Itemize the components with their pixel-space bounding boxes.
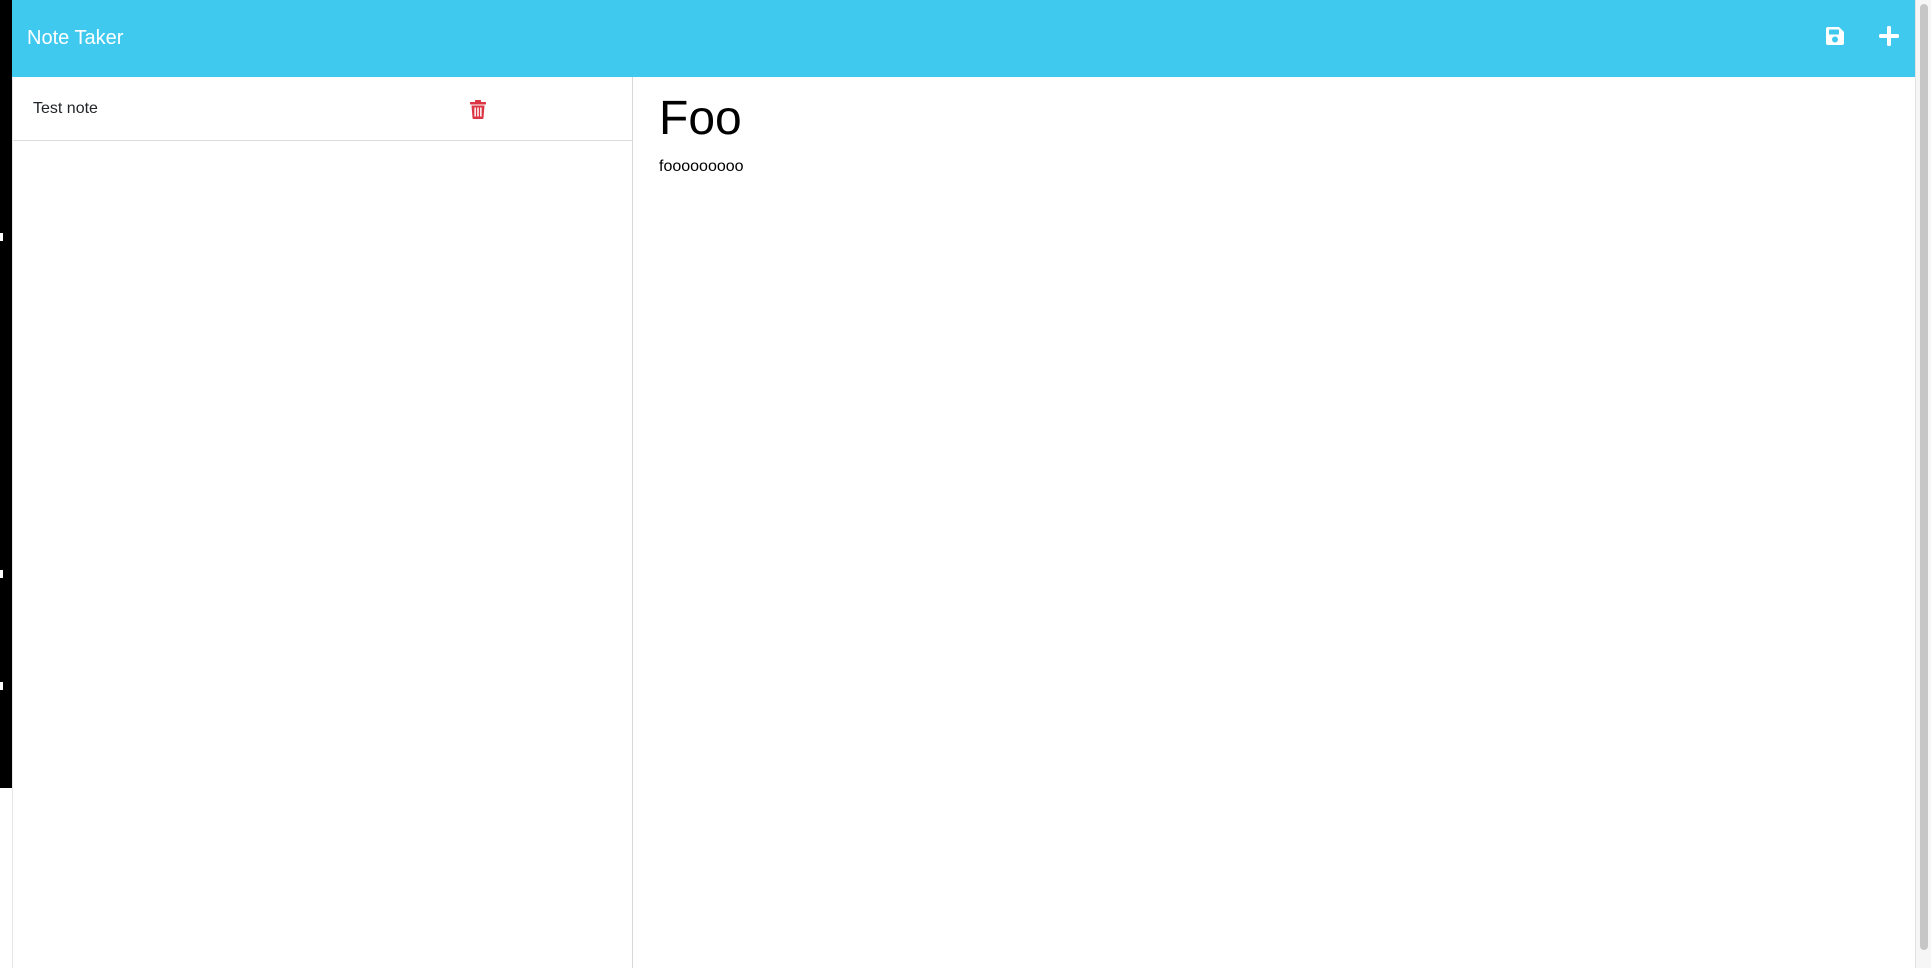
note-list: Test note <box>12 77 633 968</box>
note-title-field[interactable]: Foo <box>659 89 742 149</box>
scrollbar-thumb[interactable] <box>1920 4 1928 950</box>
window-edge <box>0 0 12 788</box>
trash-icon[interactable] <box>468 98 488 120</box>
note-list-title[interactable]: Test note <box>33 99 98 119</box>
list-item[interactable]: Test note <box>13 77 633 141</box>
brand-title[interactable]: Note Taker <box>27 25 123 51</box>
navbar: Note Taker <box>12 0 1915 77</box>
plus-icon[interactable] <box>1875 22 1903 50</box>
note-text-field[interactable]: fooooooooo <box>659 157 744 177</box>
app: Note Taker Test note Foo fooooooooo <box>12 0 1915 968</box>
note-editor: Foo fooooooooo <box>634 77 1915 968</box>
save-icon[interactable] <box>1821 22 1849 50</box>
page-scrollbar[interactable] <box>1915 0 1931 968</box>
